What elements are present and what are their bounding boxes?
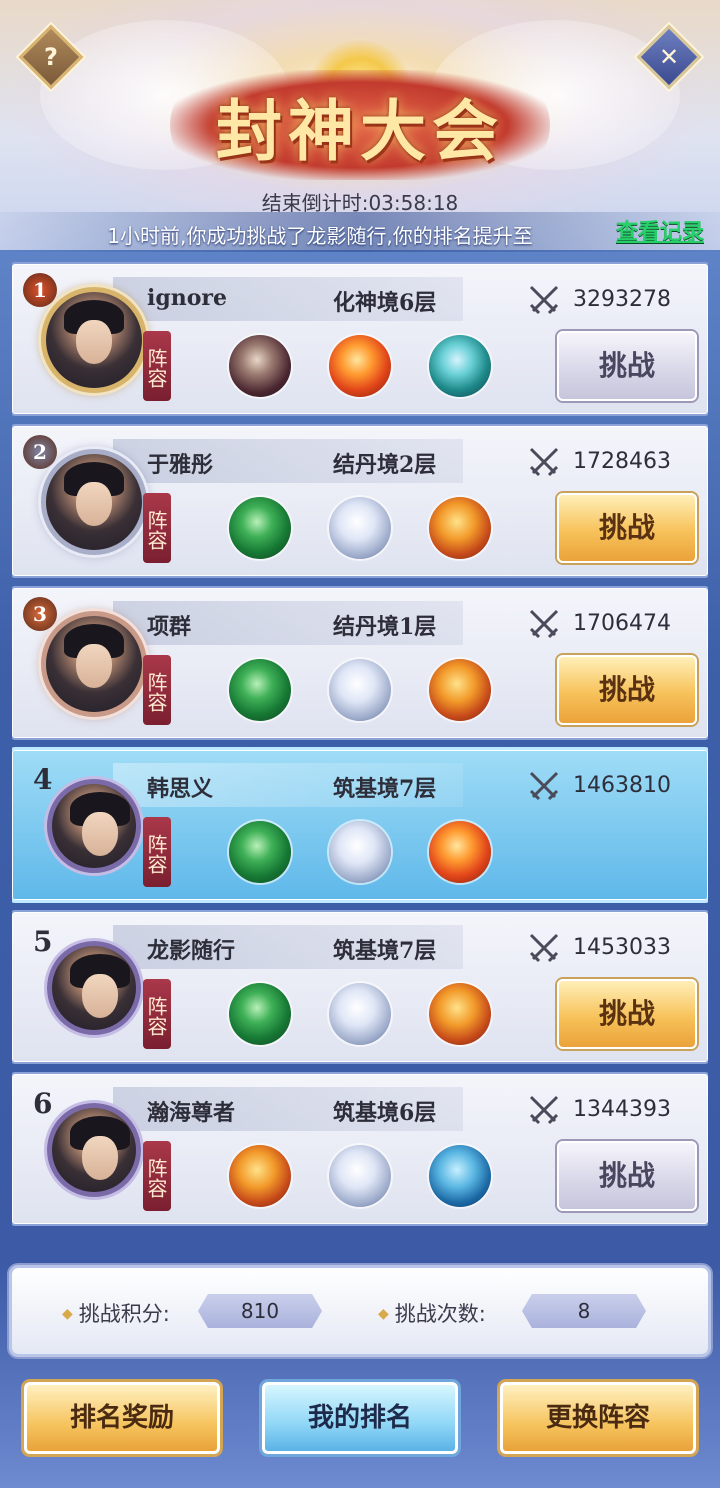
challenge-button[interactable]: 挑战	[557, 979, 697, 1049]
dragon-gold-pet-icon[interactable]	[429, 983, 491, 1045]
rank-notice: 1小时前,你成功挑战了龙影随行,你的排名提升至	[107, 224, 533, 248]
player-card[interactable]: 4 韩思义 筑基境7层 1463810 阵容	[12, 750, 708, 900]
stats-panel: 挑战积分: 810 挑战次数: 8	[12, 1268, 708, 1354]
tiger-white-pet-icon[interactable]	[329, 497, 391, 559]
player-card[interactable]: 6 瀚海尊者 筑基境6层 1344393 阵容 挑战	[12, 1074, 708, 1224]
avatar-face	[82, 974, 118, 1018]
tiger-white-pet-icon[interactable]	[329, 659, 391, 721]
ranking-list[interactable]: 1 ignore 化神境6层 3293278 阵容 挑战 2 于雅彤 结丹境2层 1728463 阵…	[12, 262, 708, 1262]
tiger-white-pet-icon[interactable]	[329, 821, 391, 883]
avatar-face	[76, 320, 112, 364]
challenge-button[interactable]: 挑战	[557, 331, 697, 401]
player-realm: 化神境6层	[333, 290, 437, 316]
crossed-swords-icon	[529, 1095, 559, 1125]
crossed-swords-icon	[529, 609, 559, 639]
rank-badge: 1	[23, 273, 57, 307]
phoenix-pet-icon[interactable]	[329, 335, 391, 397]
player-realm: 筑基境6层	[333, 1100, 437, 1126]
whale-pet-icon[interactable]	[429, 1145, 491, 1207]
avatar-face	[82, 812, 118, 856]
avatar[interactable]	[47, 779, 141, 873]
my-rank-button[interactable]: 我的排名	[262, 1382, 458, 1454]
dragon-gold-pet-icon[interactable]	[429, 659, 491, 721]
change-lineup-button[interactable]: 更换阵容	[500, 1382, 696, 1454]
power-value: 1344393	[573, 1097, 671, 1122]
rank-badge: 2	[23, 435, 57, 469]
player-card[interactable]: 3 项群 结丹境1层 1706474 阵容 挑战	[12, 588, 708, 738]
dragon-green-pet-icon[interactable]	[229, 821, 291, 883]
player-name: ignore	[147, 285, 227, 311]
phoenix-pet-icon[interactable]	[429, 821, 491, 883]
lineup-tag: 阵容	[143, 979, 171, 1049]
challenge-button[interactable]: 挑战	[557, 1141, 697, 1211]
lineup-tag: 阵容	[143, 1141, 171, 1211]
challenge-button[interactable]: 挑战	[557, 655, 697, 725]
attempts-value: 8	[522, 1294, 646, 1328]
dragon-green-pet-icon[interactable]	[229, 497, 291, 559]
power-value: 1453033	[573, 935, 671, 960]
power-value: 1728463	[573, 449, 671, 474]
challenge-button[interactable]: 挑战	[557, 493, 697, 563]
lineup-tag: 阵容	[143, 331, 171, 401]
crossed-swords-icon	[529, 447, 559, 477]
player-card[interactable]: 1 ignore 化神境6层 3293278 阵容 挑战	[12, 264, 708, 414]
rank-number: 4	[33, 763, 53, 796]
player-realm: 筑基境7层	[333, 776, 437, 802]
player-realm: 结丹境2层	[333, 452, 437, 478]
player-name: 项群	[147, 614, 192, 640]
tiger-white-pet-icon[interactable]	[329, 1145, 391, 1207]
dragon-jade-pet-icon[interactable]	[429, 335, 491, 397]
dragon-gold-pet-icon[interactable]	[229, 1145, 291, 1207]
avatar[interactable]	[41, 611, 147, 717]
rank-number: 6	[33, 1087, 53, 1120]
avatar[interactable]	[47, 941, 141, 1035]
lineup-tag: 阵容	[143, 493, 171, 563]
lineup-tag: 阵容	[143, 817, 171, 887]
dragon-dark-pet-icon[interactable]	[229, 335, 291, 397]
rank-badge: 3	[23, 597, 57, 631]
points-label: 挑战积分:	[62, 1298, 170, 1328]
dragon-green-pet-icon[interactable]	[229, 659, 291, 721]
crossed-swords-icon	[529, 285, 559, 315]
player-name: 韩思义	[147, 776, 214, 802]
player-name: 龙影随行	[147, 938, 236, 964]
player-name: 于雅彤	[147, 452, 214, 478]
player-card[interactable]: 2 于雅彤 结丹境2层 1728463 阵容 挑战	[12, 426, 708, 576]
crossed-swords-icon	[529, 933, 559, 963]
avatar[interactable]	[47, 1103, 141, 1197]
dragon-gold-pet-icon[interactable]	[429, 497, 491, 559]
player-realm: 筑基境7层	[333, 938, 437, 964]
avatar-face	[76, 644, 112, 688]
question-icon: ?	[44, 43, 58, 71]
rank-number: 5	[33, 925, 53, 958]
avatar-face	[76, 482, 112, 526]
player-name: 瀚海尊者	[147, 1100, 236, 1126]
close-icon: ✕	[658, 43, 680, 71]
avatar-face	[82, 1136, 118, 1180]
player-card[interactable]: 5 龙影随行 筑基境7层 1453033 阵容 挑战	[12, 912, 708, 1062]
player-realm: 结丹境1层	[333, 614, 437, 640]
power-value: 1463810	[573, 773, 671, 798]
view-record-link[interactable]: 查看记录	[616, 214, 704, 246]
power-value: 3293278	[573, 287, 671, 312]
crossed-swords-icon	[529, 771, 559, 801]
avatar[interactable]	[41, 287, 147, 393]
tiger-white-pet-icon[interactable]	[329, 983, 391, 1045]
avatar[interactable]	[41, 449, 147, 555]
power-value: 1706474	[573, 611, 671, 636]
points-value: 810	[198, 1294, 322, 1328]
attempts-label: 挑战次数:	[378, 1298, 486, 1328]
lineup-tag: 阵容	[143, 655, 171, 725]
dragon-green-pet-icon[interactable]	[229, 983, 291, 1045]
rank-reward-button[interactable]: 排名奖励	[24, 1382, 220, 1454]
page-title: 封神大会	[216, 92, 504, 170]
